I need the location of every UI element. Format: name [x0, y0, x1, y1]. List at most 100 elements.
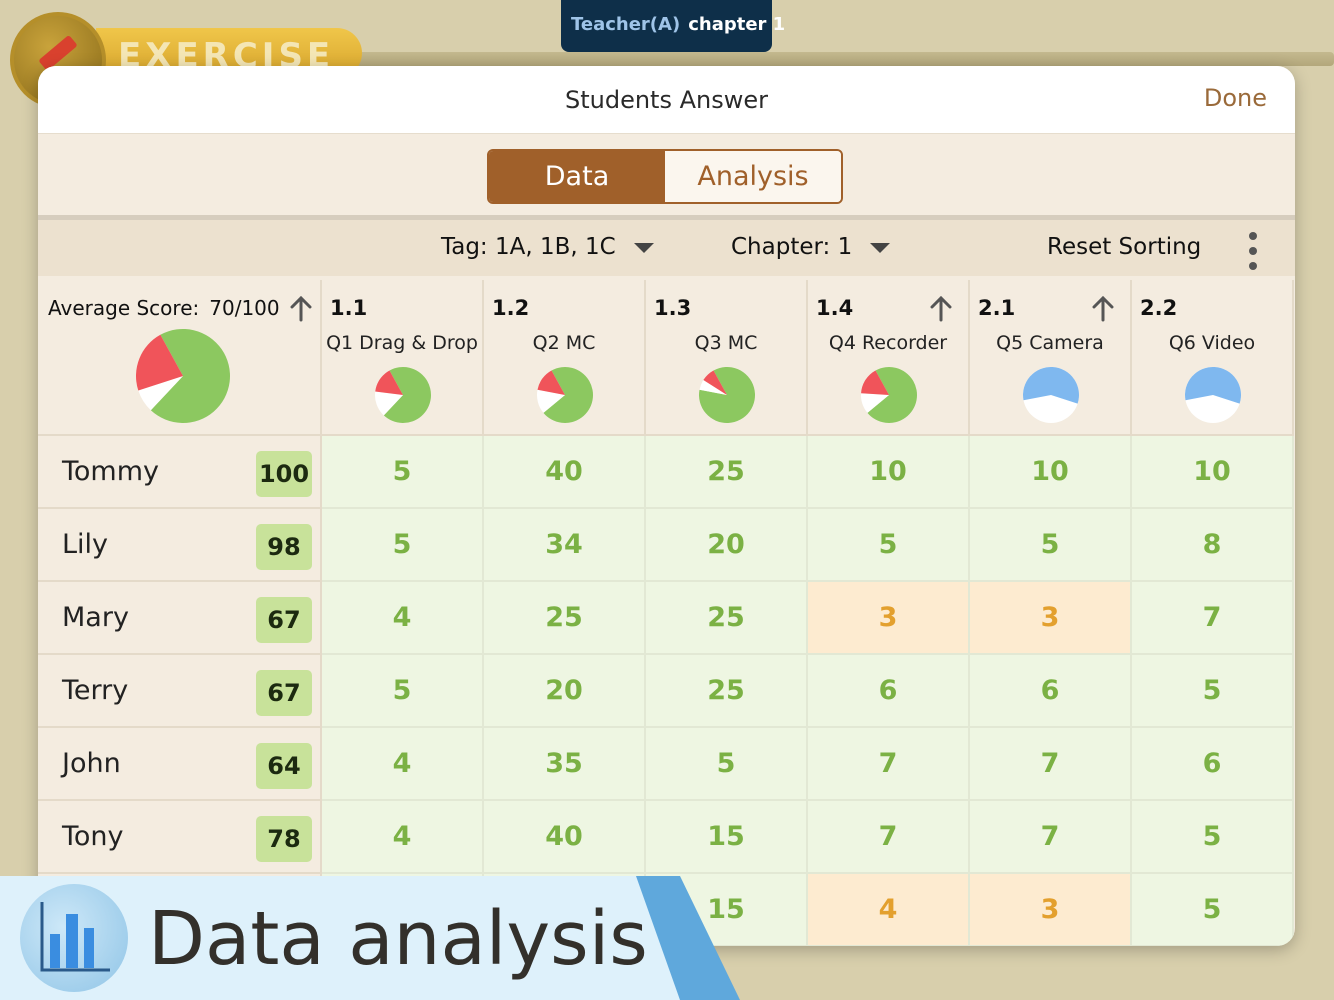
score-cell[interactable]: 7 — [808, 728, 970, 801]
question-header-1[interactable]: 1.1 Q1 Drag & Drop — [322, 280, 484, 436]
score-cell[interactable]: 7 — [1132, 582, 1294, 655]
student-rows: Tommy 100 5 40 25 10 10 10 Lily 98 5 34 20 5 5 8 Mary 67 4… — [38, 436, 1295, 946]
score-cell[interactable]: 3 — [970, 874, 1132, 946]
score-cell[interactable]: 35 — [484, 728, 646, 801]
score-cell[interactable]: 4 — [808, 874, 970, 946]
question-header-6[interactable]: 2.2 Q6 Video — [1132, 280, 1294, 436]
score-cell[interactable]: 6 — [1132, 728, 1294, 801]
score-cell[interactable]: 6 — [808, 655, 970, 728]
score-cell[interactable]: 25 — [646, 582, 808, 655]
table-row: Lily 98 5 34 20 5 5 8 — [38, 509, 1295, 582]
score-cell[interactable]: 8 — [1132, 509, 1294, 582]
score-cell[interactable]: 5 — [322, 436, 484, 509]
student-name: Tony — [62, 821, 124, 852]
sort-up-arrow-icon[interactable] — [930, 296, 952, 322]
score-cell[interactable]: 10 — [1132, 436, 1294, 509]
table-row: Mary 67 4 25 25 3 3 7 — [38, 582, 1295, 655]
score-cell[interactable]: 5 — [1132, 801, 1294, 874]
score-cell[interactable]: 6 — [970, 655, 1132, 728]
student-name-cell[interactable]: Lily 98 — [38, 509, 322, 582]
tab-data[interactable]: Data — [489, 151, 665, 202]
average-score-label: Average Score: 70/100 — [48, 296, 280, 320]
question-name: Q6 Video — [1168, 332, 1256, 354]
student-name: Mary — [62, 602, 129, 633]
score-cell[interactable]: 4 — [322, 801, 484, 874]
modal-title: Students Answer — [564, 86, 768, 114]
score-cell[interactable]: 5 — [322, 655, 484, 728]
total-score-badge: 78 — [256, 816, 312, 862]
score-cell[interactable]: 7 — [808, 801, 970, 874]
sort-up-arrow-icon[interactable] — [290, 296, 312, 322]
question-header-3[interactable]: 1.3 Q3 MC — [646, 280, 808, 436]
question-pie-chart — [1023, 366, 1080, 423]
score-cell[interactable]: 3 — [808, 582, 970, 655]
chapter-label: chapter 1 — [688, 14, 786, 35]
score-cell[interactable]: 7 — [970, 728, 1132, 801]
score-cell[interactable]: 5 — [970, 509, 1132, 582]
total-score-badge: 98 — [256, 524, 312, 570]
student-name-cell[interactable]: Tommy 100 — [38, 436, 322, 509]
question-number: 1.2 — [492, 296, 530, 320]
reset-sorting-button[interactable]: Reset Sorting — [1047, 234, 1201, 260]
question-name: Q2 MC — [532, 332, 596, 354]
question-pie-chart — [537, 366, 593, 423]
score-cell[interactable]: 20 — [646, 509, 808, 582]
question-pie-chart — [1185, 366, 1242, 423]
total-score-badge: 67 — [256, 670, 312, 716]
teacher-chapter-tab[interactable]: Teacher(A) chapter 1 — [561, 0, 785, 52]
chapter-filter-label: Chapter: 1 — [731, 234, 853, 260]
score-cell[interactable]: 25 — [646, 655, 808, 728]
question-header-2[interactable]: 1.2 Q2 MC — [484, 280, 646, 436]
student-name-cell[interactable]: John 64 — [38, 728, 322, 801]
background-strip — [300, 52, 1334, 66]
modal-header: Students Answer Done — [38, 66, 1295, 134]
score-cell[interactable]: 7 — [970, 801, 1132, 874]
score-cell[interactable]: 20 — [484, 655, 646, 728]
chapter-filter-dropdown[interactable]: Chapter: 1 — [731, 234, 891, 260]
score-cell[interactable]: 40 — [484, 801, 646, 874]
student-name: Tommy — [62, 456, 160, 487]
caret-down-icon — [870, 242, 891, 253]
promo-text: Data analysis — [148, 896, 648, 982]
score-cell[interactable]: 10 — [808, 436, 970, 509]
student-name-cell[interactable]: Mary 67 — [38, 582, 322, 655]
score-cell[interactable]: 5 — [646, 728, 808, 801]
average-score-cell: Average Score: 70/100 — [38, 280, 322, 436]
score-cell[interactable]: 3 — [970, 582, 1132, 655]
total-score-badge: 100 — [256, 451, 312, 497]
total-score-badge: 67 — [256, 597, 312, 643]
answers-grid: Average Score: 70/100 1.1 Q1 Drag & Drop 1.… — [38, 280, 1295, 946]
question-header-5[interactable]: 2.1 Q5 Camera — [970, 280, 1132, 436]
table-row: John 64 4 35 5 7 7 6 — [38, 728, 1295, 801]
score-cell[interactable]: 5 — [1132, 874, 1294, 946]
more-options-icon[interactable] — [1246, 232, 1260, 270]
table-row: Tony 78 4 40 15 7 7 5 — [38, 801, 1295, 874]
student-name: Terry — [62, 675, 129, 706]
tab-analysis[interactable]: Analysis — [665, 151, 841, 202]
bar-chart-icon — [20, 884, 128, 992]
score-cell[interactable]: 5 — [808, 509, 970, 582]
view-segmented-control: Data Analysis — [487, 149, 843, 204]
tag-filter-label: Tag: 1A, 1B, 1C — [441, 234, 616, 260]
score-cell[interactable]: 4 — [322, 582, 484, 655]
sort-up-arrow-icon[interactable] — [1092, 296, 1114, 322]
score-cell[interactable]: 4 — [322, 728, 484, 801]
question-number: 2.2 — [1140, 296, 1178, 320]
score-cell[interactable]: 15 — [646, 801, 808, 874]
score-cell[interactable]: 5 — [1132, 655, 1294, 728]
tag-filter-dropdown[interactable]: Tag: 1A, 1B, 1C — [441, 234, 654, 260]
score-cell[interactable]: 34 — [484, 509, 646, 582]
done-button[interactable]: Done — [1204, 84, 1267, 112]
students-answer-modal: Students Answer Done Data Analysis Tag: … — [38, 66, 1295, 946]
average-score-caption: Average Score: — [48, 296, 200, 320]
score-cell[interactable]: 10 — [970, 436, 1132, 509]
score-cell[interactable]: 40 — [484, 436, 646, 509]
question-number: 1.4 — [816, 296, 854, 320]
score-cell[interactable]: 25 — [484, 582, 646, 655]
student-name-cell[interactable]: Terry 67 — [38, 655, 322, 728]
score-cell[interactable]: 25 — [646, 436, 808, 509]
score-cell[interactable]: 5 — [322, 509, 484, 582]
student-name-cell[interactable]: Tony 78 — [38, 801, 322, 874]
question-header-4[interactable]: 1.4 Q4 Recorder — [808, 280, 970, 436]
question-pie-chart — [861, 366, 917, 423]
